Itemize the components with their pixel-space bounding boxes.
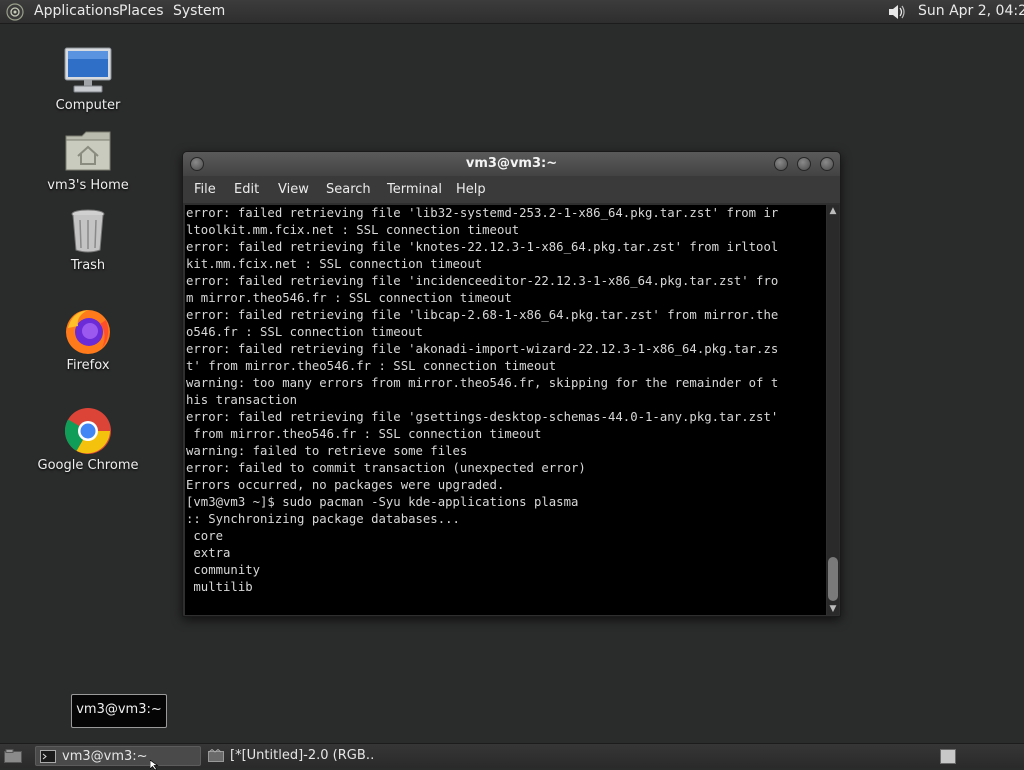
terminal-line: t' from mirror.theo546.fr : SSL connecti…	[186, 359, 557, 373]
terminal-line: error: failed retrieving file 'libcap-2.…	[186, 308, 779, 322]
scroll-up-arrow-icon[interactable]: ▲	[827, 205, 839, 217]
terminal-line: o546.fr : SSL connection timeout	[186, 325, 423, 339]
mouse-cursor-icon	[150, 760, 159, 770]
desktop-icon-label: Firefox	[66, 358, 110, 373]
chrome-icon	[64, 408, 111, 454]
terminal-line: kit.mm.fcix.net : SSL connection timeout	[186, 257, 483, 271]
desktop-icon-home[interactable]: vm3's Home	[28, 126, 148, 193]
applications-menu[interactable]: Applications	[34, 3, 120, 19]
desktop-icon-chrome[interactable]: Google Chrome	[28, 406, 148, 473]
terminal-line: his transaction	[186, 393, 298, 407]
menu-edit[interactable]: Edit	[234, 182, 259, 197]
terminal-line: error: failed retrieving file 'akonadi-i…	[186, 342, 779, 356]
terminal-line: extra	[186, 546, 231, 560]
desktop-icon-label: Google Chrome	[37, 458, 139, 473]
home-folder-icon	[65, 131, 111, 171]
task-terminal[interactable]: vm3@vm3:~	[35, 746, 201, 766]
minimize-button[interactable]	[774, 157, 788, 171]
terminal-icon	[40, 750, 56, 763]
scroll-down-arrow-icon[interactable]: ▼	[827, 603, 839, 615]
close-button[interactable]	[820, 157, 834, 171]
window-titlebar[interactable]: vm3@vm3:~	[183, 152, 840, 176]
menu-file[interactable]: File	[194, 182, 216, 197]
scroll-thumb[interactable]	[828, 557, 838, 601]
desktop-icon-trash[interactable]: Trash	[28, 206, 148, 273]
terminal-line: community	[186, 563, 261, 577]
window-title: vm3@vm3:~	[465, 156, 558, 171]
terminal-line: :: Synchronizing package databases...	[186, 512, 460, 526]
terminal-line: Errors occurred, no packages were upgrad…	[186, 478, 505, 492]
gimp-icon	[208, 749, 224, 762]
terminal-line: error: failed retrieving file 'knotes-22…	[186, 240, 779, 254]
terminal-line: [vm3@vm3 ~]$ sudo pacman -Syu kde-applic…	[186, 495, 579, 509]
taskbar-tooltip: vm3@vm3:~	[71, 694, 167, 728]
desktop-icon-firefox[interactable]: Firefox	[28, 306, 148, 373]
computer-icon	[64, 47, 112, 93]
system-menu[interactable]: System	[173, 3, 225, 19]
top-panel: Applications Places System Sun Apr 2, 04…	[0, 0, 1024, 24]
terminal-line: error: failed retrieving file 'gsettings…	[186, 410, 779, 424]
task-label: vm3@vm3:~	[62, 749, 148, 764]
task-gimp[interactable]: [*[Untitled]-2.0 (RGB…	[204, 746, 374, 766]
terminal-window[interactable]: vm3@vm3:~ File Edit View Search Terminal…	[182, 151, 841, 617]
terminal-line: error: failed to commit transaction (une…	[186, 461, 586, 475]
terminal-menubar: File Edit View Search Terminal Help	[183, 176, 840, 203]
terminal-scrollbar[interactable]: ▲ ▼	[827, 205, 839, 615]
desktop-icon-computer[interactable]: Computer	[28, 46, 148, 113]
terminal-line: m mirror.theo546.fr : SSL connection tim…	[186, 291, 512, 305]
terminal-line: core	[186, 529, 224, 543]
terminal-line: error: failed retrieving file 'lib32-sys…	[186, 206, 779, 220]
terminal-line: warning: failed to retrieve some files	[186, 444, 468, 458]
menu-search[interactable]: Search	[326, 182, 371, 197]
terminal-output[interactable]: error: failed retrieving file 'lib32-sys…	[185, 205, 826, 615]
terminal-line: multilib	[186, 580, 253, 594]
desktop-icon-label: Trash	[70, 258, 106, 273]
workspace-switcher[interactable]	[940, 749, 956, 764]
gnome-foot-icon[interactable]	[6, 3, 24, 21]
firefox-icon	[66, 310, 110, 354]
show-desktop-icon[interactable]	[4, 749, 22, 763]
speaker-icon[interactable]	[886, 3, 906, 21]
menu-help[interactable]: Help	[456, 182, 486, 197]
menu-view[interactable]: View	[278, 182, 309, 197]
trash-icon	[71, 209, 105, 253]
terminal-line: from mirror.theo546.fr : SSL connection …	[186, 427, 542, 441]
desktop-icon-label: Computer	[55, 98, 121, 113]
desktop-icon-label: vm3's Home	[47, 178, 129, 193]
maximize-button[interactable]	[797, 157, 811, 171]
terminal-line: ltoolkit.mm.fcix.net : SSL connection ti…	[186, 223, 520, 237]
terminal-line: warning: too many errors from mirror.the…	[186, 376, 779, 390]
clock[interactable]: Sun Apr 2, 04:20	[918, 3, 1024, 19]
task-label: [*[Untitled]-2.0 (RGB…	[230, 748, 374, 763]
terminal-line: error: failed retrieving file 'incidence…	[186, 274, 779, 288]
menu-terminal[interactable]: Terminal	[387, 182, 442, 197]
places-menu[interactable]: Places	[119, 3, 164, 19]
